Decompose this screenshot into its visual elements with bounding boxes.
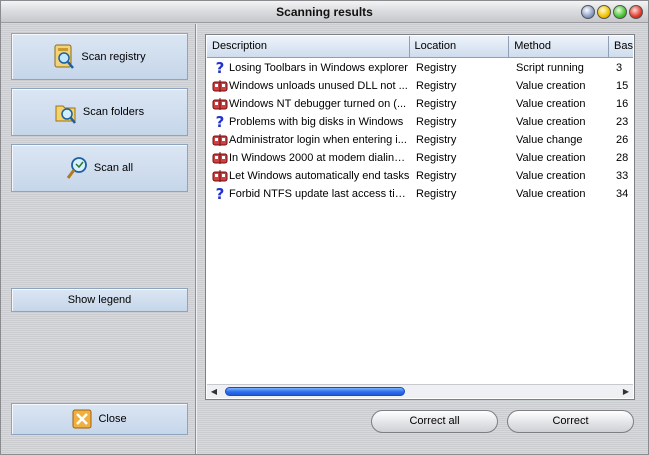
description-text: In Windows 2000 at modem dialing ... bbox=[229, 152, 410, 164]
description-text: Windows NT debugger turned on (... bbox=[229, 98, 407, 110]
list-item[interactable]: Let Windows automatically end tasks Regi… bbox=[207, 167, 633, 185]
close-button[interactable]: Close bbox=[11, 403, 188, 435]
description-cell: In Windows 2000 at modem dialing ... bbox=[207, 150, 410, 166]
list-item[interactable]: ? Losing Toolbars in Windows explorer Re… bbox=[207, 59, 633, 77]
correct-all-button[interactable]: Correct all bbox=[371, 410, 498, 433]
location-cell: Registry bbox=[416, 152, 457, 164]
minimize-button[interactable] bbox=[597, 5, 611, 19]
title-bar[interactable]: Scanning results bbox=[1, 1, 648, 23]
location-cell: Registry bbox=[416, 80, 457, 92]
description-text: Let Windows automatically end tasks bbox=[229, 170, 410, 182]
description-cell: ? Losing Toolbars in Windows explorer bbox=[207, 60, 410, 76]
close-label: Close bbox=[98, 413, 127, 425]
location-cell: Registry bbox=[416, 134, 457, 146]
method-cell: Value creation bbox=[516, 170, 586, 182]
location-cell: Registry bbox=[416, 116, 457, 128]
list-item[interactable]: In Windows 2000 at modem dialing ... Reg… bbox=[207, 149, 633, 167]
base-cell: 23 bbox=[616, 116, 629, 128]
bug-icon bbox=[211, 78, 229, 94]
horizontal-scrollbar[interactable]: ◀ ▶ bbox=[207, 384, 633, 398]
list-rows: ? Losing Toolbars in Windows explorer Re… bbox=[207, 59, 633, 203]
question-icon: ? bbox=[215, 60, 225, 76]
list-item[interactable]: Administrator login when entering i... R… bbox=[207, 131, 633, 149]
description-cell: Windows unloads unused DLL not ... bbox=[207, 78, 410, 94]
base-cell: 3 bbox=[616, 62, 623, 74]
base-cell: 33 bbox=[616, 170, 629, 182]
bug-icon bbox=[211, 96, 229, 112]
column-header-method[interactable]: Method bbox=[509, 36, 610, 57]
folder-search-icon bbox=[55, 99, 77, 125]
location-cell: Registry bbox=[416, 188, 457, 200]
window-title: Scanning results bbox=[276, 5, 373, 19]
close-icon bbox=[72, 409, 92, 429]
magnifier-icon bbox=[66, 155, 88, 181]
base-cell: 26 bbox=[616, 134, 629, 146]
method-cell: Value creation bbox=[516, 188, 586, 200]
show-legend-button[interactable]: Show legend bbox=[11, 288, 188, 312]
question-icon: ? bbox=[215, 114, 225, 130]
scan-folders-label: Scan folders bbox=[82, 106, 145, 118]
results-list[interactable]: Description Location Method Bas ? Losing… bbox=[205, 34, 635, 400]
scroll-right-arrow-icon[interactable]: ▶ bbox=[619, 385, 633, 398]
sidebar-divider bbox=[195, 24, 197, 454]
description-text: Administrator login when entering i... bbox=[229, 134, 407, 146]
column-header-location[interactable]: Location bbox=[409, 36, 510, 57]
scan-folders-button[interactable]: Scan folders bbox=[11, 88, 188, 136]
bug-icon bbox=[211, 168, 229, 184]
close-window-button[interactable] bbox=[629, 5, 643, 19]
method-cell: Value change bbox=[516, 134, 583, 146]
show-legend-label: Show legend bbox=[67, 294, 132, 306]
menu-circle-button[interactable] bbox=[581, 5, 595, 19]
list-item[interactable]: Windows NT debugger turned on (... Regis… bbox=[207, 95, 633, 113]
base-cell: 34 bbox=[616, 188, 629, 200]
description-text: Forbid NTFS update last access tim... bbox=[229, 188, 410, 200]
method-cell: Value creation bbox=[516, 152, 586, 164]
base-cell: 28 bbox=[616, 152, 629, 164]
description-cell: Let Windows automatically end tasks bbox=[207, 168, 410, 184]
scroll-left-arrow-icon[interactable]: ◀ bbox=[207, 385, 221, 398]
description-cell: ? Problems with big disks in Windows bbox=[207, 114, 410, 130]
bug-icon bbox=[211, 150, 229, 166]
description-cell: ? Forbid NTFS update last access tim... bbox=[207, 186, 410, 202]
location-cell: Registry bbox=[416, 170, 457, 182]
scan-all-button[interactable]: Scan all bbox=[11, 144, 188, 192]
question-icon: ? bbox=[215, 186, 225, 202]
scanning-results-window: Scanning results Scan registry Scan fold… bbox=[0, 0, 649, 455]
scrollbar-thumb[interactable] bbox=[225, 387, 405, 396]
registry-icon bbox=[53, 44, 75, 70]
list-item[interactable]: ? Problems with big disks in Windows Reg… bbox=[207, 113, 633, 131]
description-cell: Administrator login when entering i... bbox=[207, 132, 410, 148]
list-item[interactable]: Windows unloads unused DLL not ... Regis… bbox=[207, 77, 633, 95]
description-text: Windows unloads unused DLL not ... bbox=[229, 80, 408, 92]
location-cell: Registry bbox=[416, 98, 457, 110]
description-cell: Windows NT debugger turned on (... bbox=[207, 96, 410, 112]
bug-icon bbox=[211, 132, 229, 148]
correct-button[interactable]: Correct bbox=[507, 410, 634, 433]
description-text: Problems with big disks in Windows bbox=[229, 116, 404, 128]
column-header-base[interactable]: Bas bbox=[609, 36, 633, 57]
base-cell: 16 bbox=[616, 98, 629, 110]
method-cell: Value creation bbox=[516, 98, 586, 110]
base-cell: 15 bbox=[616, 80, 629, 92]
method-cell: Value creation bbox=[516, 116, 586, 128]
maximize-button[interactable] bbox=[613, 5, 627, 19]
column-header-description[interactable]: Description bbox=[207, 36, 410, 57]
scan-registry-button[interactable]: Scan registry bbox=[11, 33, 188, 80]
scan-all-label: Scan all bbox=[93, 162, 134, 174]
description-text: Losing Toolbars in Windows explorer bbox=[229, 62, 408, 74]
method-cell: Script running bbox=[516, 62, 584, 74]
scan-registry-label: Scan registry bbox=[81, 50, 146, 63]
method-cell: Value creation bbox=[516, 80, 586, 92]
list-item[interactable]: ? Forbid NTFS update last access tim... … bbox=[207, 185, 633, 203]
list-header: Description Location Method Bas bbox=[207, 36, 633, 58]
location-cell: Registry bbox=[416, 62, 457, 74]
